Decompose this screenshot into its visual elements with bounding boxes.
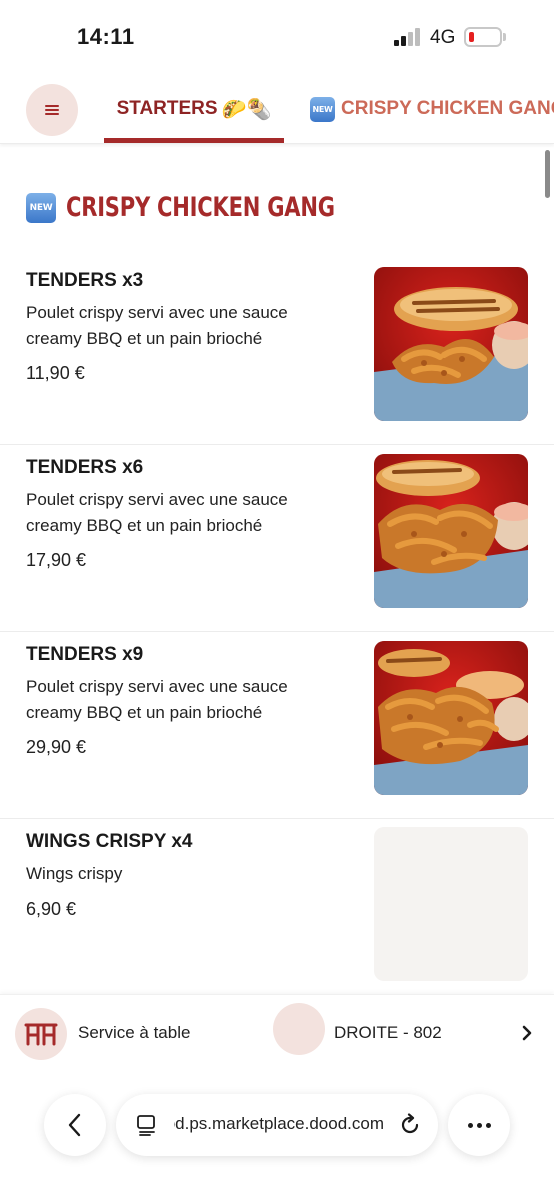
chevron-left-icon [68,1113,81,1137]
menu-item[interactable]: TENDERS x6 Poulet crispy servi avec une … [0,445,554,632]
tab-starters-label: STARTERS [116,98,218,119]
tab-crispy-label: CRISPY CHICKEN GANG [341,98,554,119]
service-bar[interactable]: Service à table DROITE - 802 [0,994,554,1070]
chicken-tenders-photo [374,267,528,421]
battery-tip [503,33,506,41]
menu-item[interactable]: WINGS CRISPY x4 Wings crispy 6,90 € [0,819,554,1006]
table-label: DROITE - 802 [334,1023,442,1042]
tab-crispy-chicken-gang[interactable]: NEW CRISPY CHICKEN GANG [310,74,554,144]
item-image[interactable] [374,454,528,608]
new-badge-icon: NEW [26,192,56,223]
more-options-button[interactable] [448,1094,510,1156]
reader-mode-icon[interactable] [136,1114,158,1136]
menu-page: 14:11 4G STARTERS 🌮🌯 NEW CRISPY CHICKEN … [0,0,554,1200]
item-description: Wings crispy [26,864,123,883]
item-image[interactable] [374,267,528,421]
service-label: Service à table [78,1023,191,1042]
scrollbar[interactable] [545,150,550,198]
item-name: TENDERS x6 [26,457,144,478]
chevron-right-icon[interactable] [520,1024,534,1042]
status-bar: 14:11 4G [0,0,554,74]
reload-icon[interactable] [398,1113,422,1137]
service-icon-button[interactable] [15,1008,67,1060]
battery-icon [464,27,502,47]
hamburger-icon [45,105,59,115]
menu-button[interactable] [26,84,78,136]
url-text: dood.ps.marketplace.dood.com [174,1114,384,1133]
menu-item[interactable]: TENDERS x9 Poulet crispy servi avec une … [0,632,554,819]
section-heading: NEW CRISPY CHICKEN GANG [26,192,411,223]
tab-starters[interactable]: STARTERS 🌮🌯 [104,74,284,144]
item-price: 11,90 € [26,363,85,383]
ellipsis-icon [467,1122,491,1128]
section-title: CRISPY CHICKEN GANG [66,192,335,223]
taco-burrito-emoji-icon: 🌮🌯 [221,98,272,121]
back-button[interactable] [44,1094,106,1156]
item-description: Poulet crispy servi avec une sauce cream… [26,677,288,722]
address-bar[interactable]: dood.ps.marketplace.dood.com [116,1094,438,1156]
item-price: 29,90 € [26,737,87,757]
signal-icon [394,28,422,46]
status-time: 14:11 [77,24,135,49]
item-name: TENDERS x3 [26,270,144,291]
item-description: Poulet crispy servi avec une sauce cream… [26,303,288,348]
table-service-icon [24,1023,58,1046]
table-avatar [273,1003,325,1055]
image-placeholder[interactable] [374,827,528,981]
item-description: Poulet crispy servi avec une sauce cream… [26,490,288,535]
item-price: 6,90 € [26,899,77,919]
category-nav: STARTERS 🌮🌯 NEW CRISPY CHICKEN GANG [0,74,554,144]
active-tab-indicator [104,138,284,143]
menu-item[interactable]: TENDERS x3 Poulet crispy servi avec une … [0,258,554,445]
chicken-tenders-photo [374,454,528,608]
network-type: 4G [430,27,456,48]
chicken-tenders-photo [374,641,528,795]
item-name: WINGS CRISPY x4 [26,831,193,852]
browser-toolbar: dood.ps.marketplace.dood.com [0,1070,554,1200]
item-name: TENDERS x9 [26,644,144,665]
item-price: 17,90 € [26,550,87,570]
new-badge-icon: NEW [310,96,335,122]
item-image[interactable] [374,641,528,795]
